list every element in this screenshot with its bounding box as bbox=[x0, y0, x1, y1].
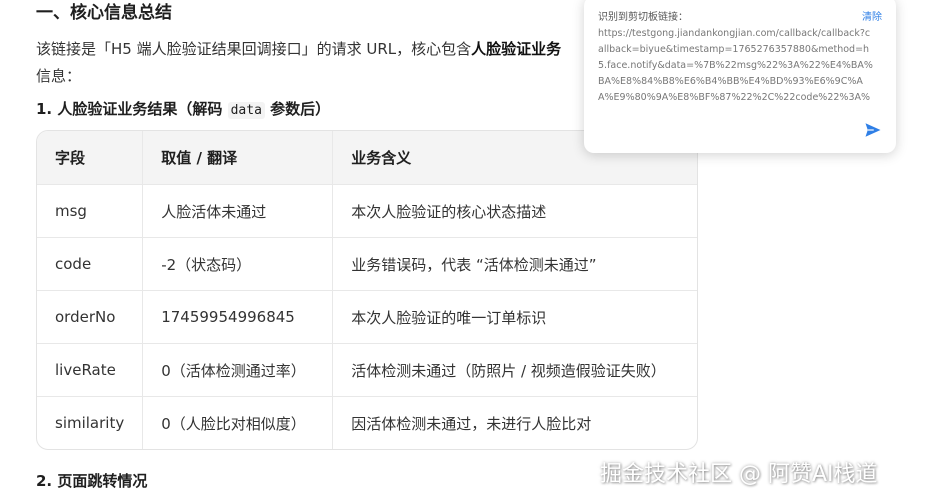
table-row: similarity 0（人脸比对相似度） 因活体检测未通过，未进行人脸比对 bbox=[37, 396, 697, 449]
inline-code: data bbox=[227, 102, 265, 119]
table-cell: 活体检测未通过（防照片 / 视频造假验证失败） bbox=[332, 343, 697, 397]
table-cell: liveRate bbox=[37, 343, 144, 397]
subsection-heading-2: 2. 页面跳转情况 bbox=[36, 472, 148, 490]
header-value: 取值 / 翻译 bbox=[142, 131, 334, 185]
clipboard-link-popup[interactable]: 识别到剪切板链接： 清除 https://testgong.jiandankon… bbox=[584, 0, 896, 153]
table-row: code -2（状态码） 业务错误码，代表 “活体检测未通过” bbox=[37, 237, 697, 291]
subsection-heading-1: 1. 人脸验证业务结果（解码 data 参数后） bbox=[36, 98, 330, 119]
clipboard-url-text[interactable]: https://testgong.jiandankongjian.com/cal… bbox=[598, 26, 874, 106]
table-cell: -2（状态码） bbox=[142, 237, 334, 291]
clear-button[interactable]: 清除 bbox=[862, 8, 882, 23]
table-cell: code bbox=[37, 237, 144, 291]
section-title: 一、核心信息总结 bbox=[36, 3, 172, 23]
table-row: msg 人脸活体未通过 本次人脸验证的核心状态描述 bbox=[37, 184, 697, 238]
watermark: 掘金技术社区 @ 阿赞AI栈道 bbox=[600, 462, 878, 487]
table-cell: orderNo bbox=[37, 290, 144, 344]
table-row: liveRate 0（活体检测通过率） 活体检测未通过（防照片 / 视频造假验证… bbox=[37, 343, 697, 397]
intro-prefix: 该链接是「H5 端人脸验证结果回调接口」的请求 URL，核心包含 bbox=[36, 40, 472, 58]
table-cell: similarity bbox=[37, 396, 144, 449]
table-cell: 0（活体检测通过率） bbox=[142, 343, 334, 397]
subsection-heading-1-start: 1. 人脸验证业务结果（解码 bbox=[36, 100, 228, 118]
table-cell: msg bbox=[37, 184, 144, 238]
intro-bold: 人脸验证业务 bbox=[471, 40, 562, 58]
table-cell: 人脸活体未通过 bbox=[142, 184, 334, 238]
header-field: 字段 bbox=[37, 131, 144, 185]
popup-title: 识别到剪切板链接： bbox=[598, 12, 688, 23]
intro-suffix: 信息： bbox=[36, 67, 82, 85]
table-cell: 17459954996845 bbox=[142, 290, 334, 344]
table-cell: 因活体检测未通过，未进行人脸比对 bbox=[351, 414, 592, 433]
table-cell: 本次人脸验证的核心状态描述 bbox=[332, 184, 697, 238]
table-cell: 0（人脸比对相似度） bbox=[142, 396, 334, 449]
intro-paragraph: 该链接是「H5 端人脸验证结果回调接口」的请求 URL，核心包含人脸验证业务信息… bbox=[36, 36, 596, 90]
send-icon[interactable] bbox=[864, 121, 882, 139]
result-table: 字段 取值 / 翻译 业务含义 msg 人脸活体未通过 本次人脸验证的核心状态描… bbox=[36, 130, 698, 450]
table-cell: 本次人脸验证的唯一订单标识 bbox=[332, 290, 697, 344]
subsection-heading-1-end: 参数后） bbox=[264, 100, 331, 118]
table-row: orderNo 17459954996845 本次人脸验证的唯一订单标识 bbox=[37, 290, 697, 344]
table-cell: 业务错误码，代表 “活体检测未通过” bbox=[332, 237, 697, 291]
